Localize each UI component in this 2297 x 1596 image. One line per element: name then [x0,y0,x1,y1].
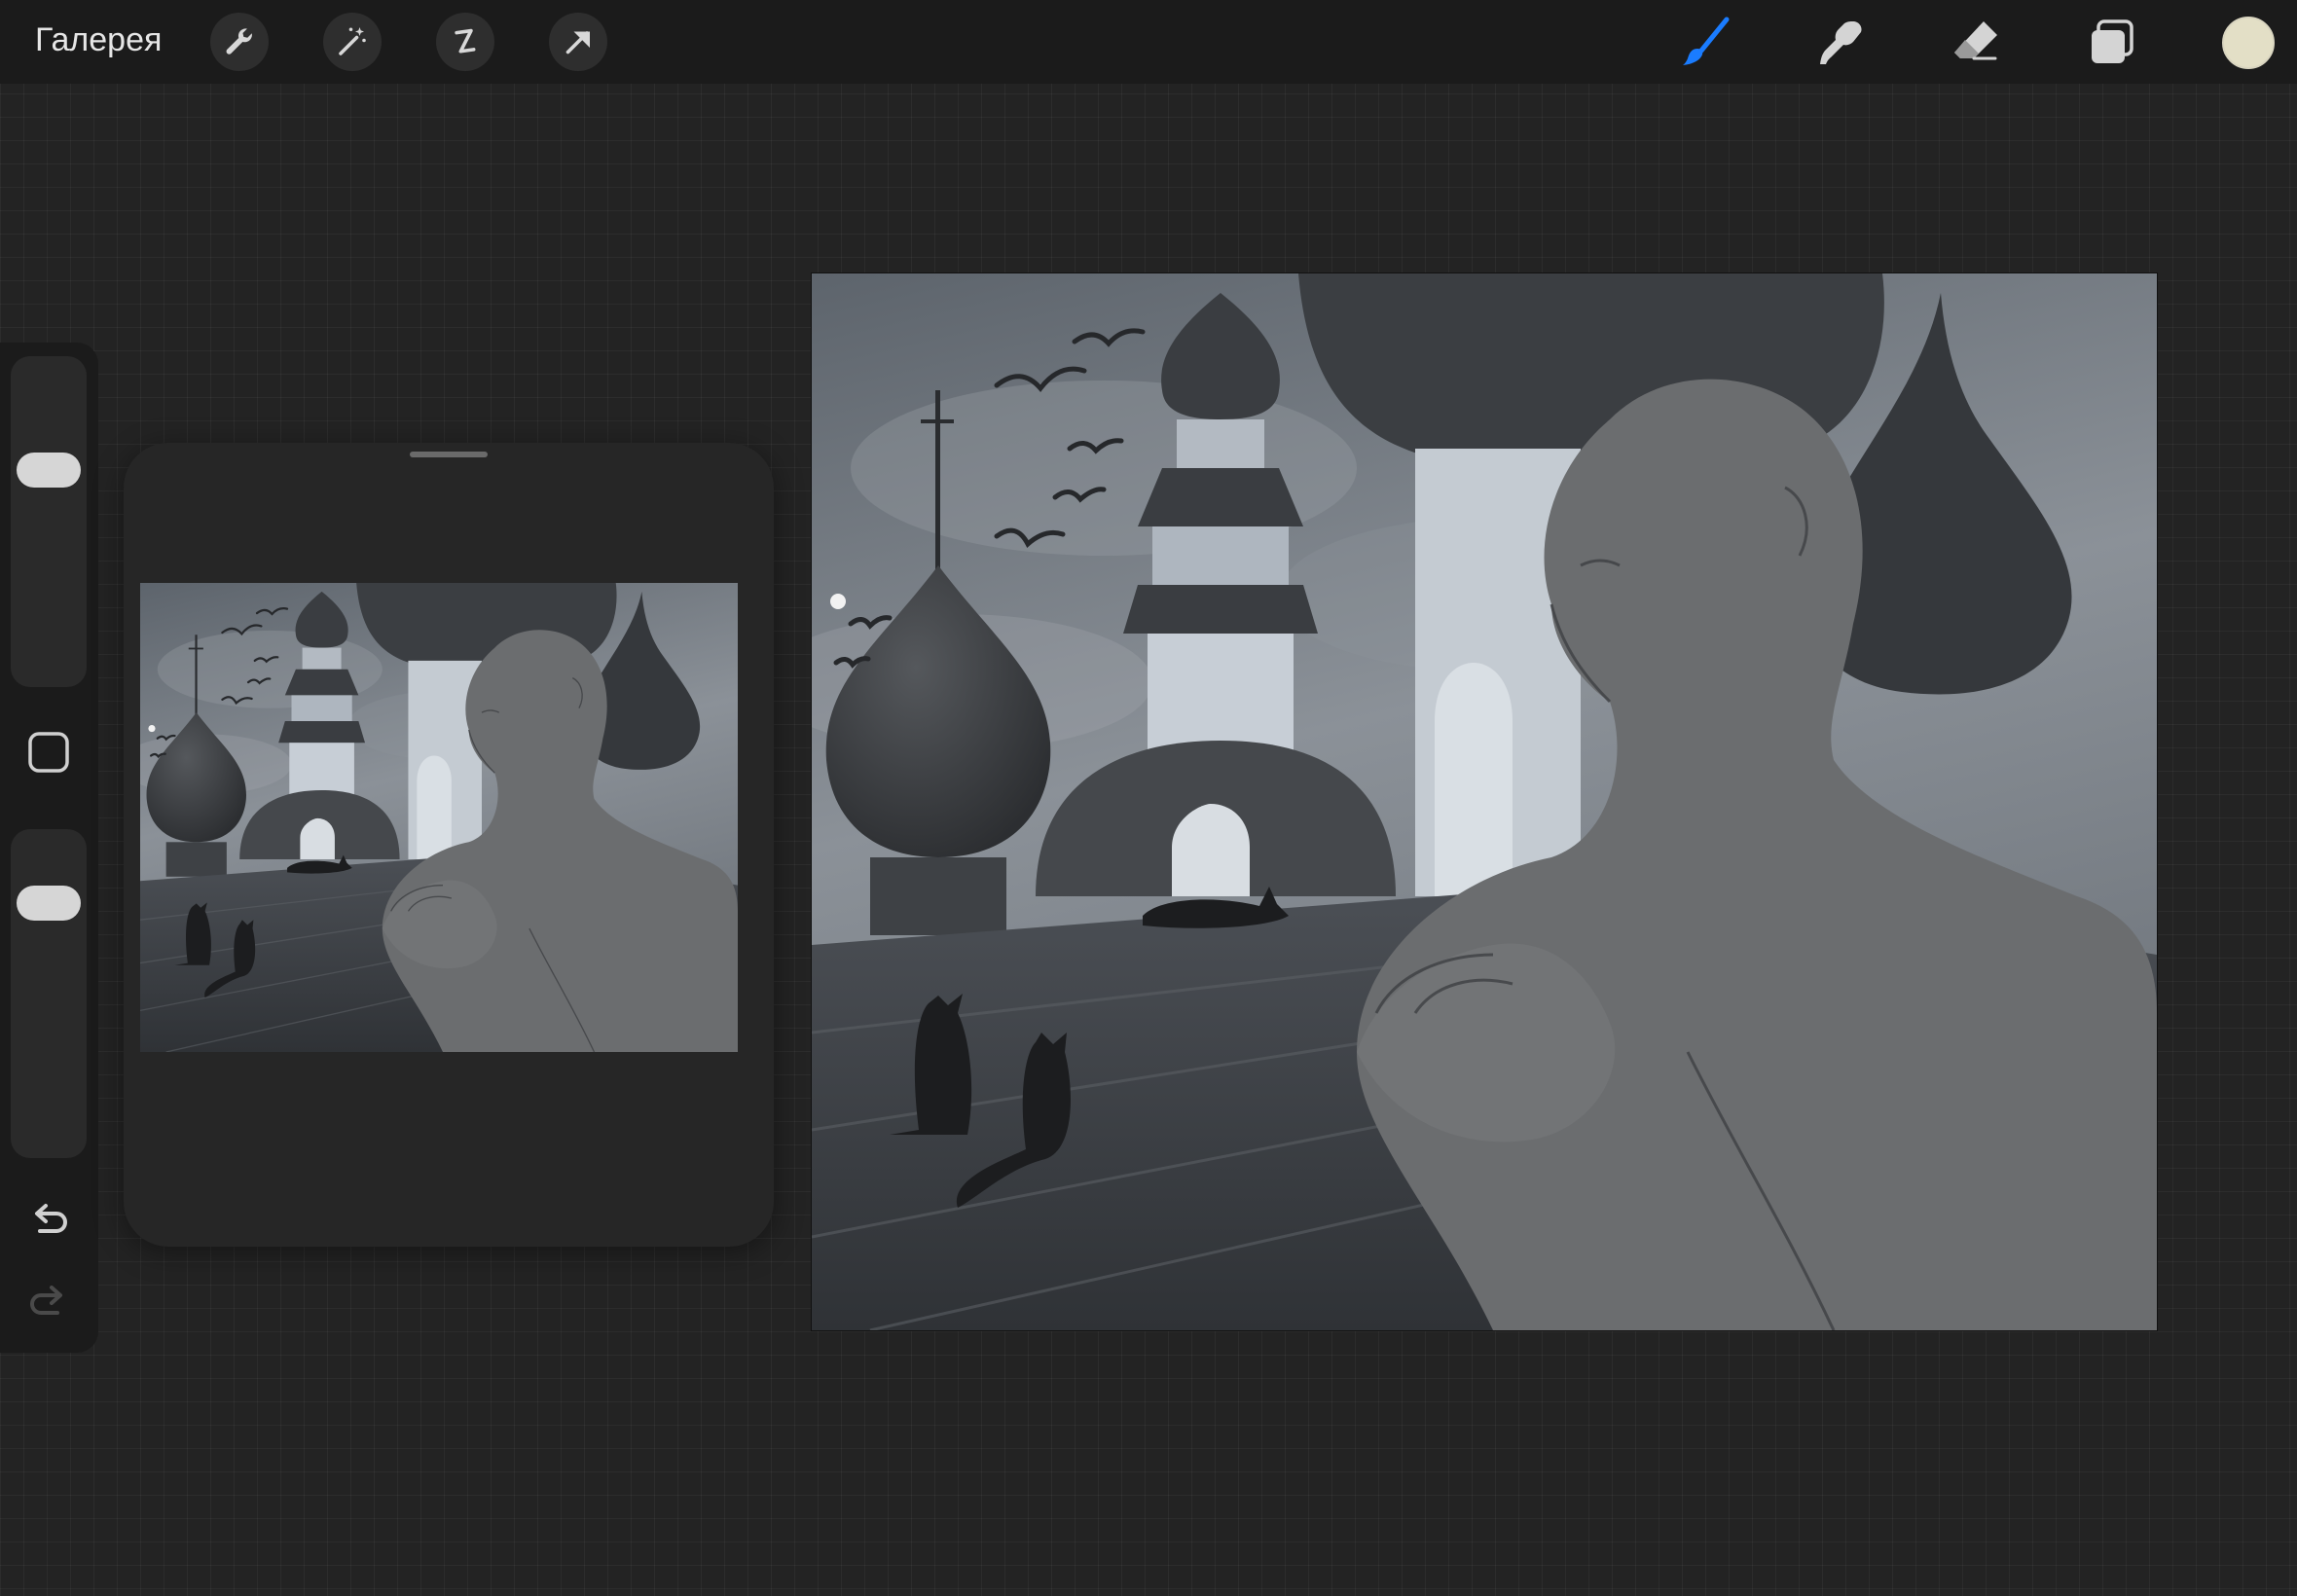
eraser-icon [1947,14,2005,72]
redo-icon [26,1278,71,1327]
undo-icon [26,1196,71,1246]
layers-tool-button[interactable] [2081,12,2143,74]
left-sidebar [0,343,98,1353]
top-toolbar: Галерея [0,0,2297,84]
transform-button[interactable] [549,13,607,71]
brush-icon [1676,14,1734,72]
adjustments-button[interactable] [323,13,382,71]
layers-icon [2083,14,2141,72]
brush-size-slider[interactable] [11,356,87,687]
smudge-tool-button[interactable] [1808,12,1871,74]
brush-tool-button[interactable] [1674,12,1736,74]
actions-button[interactable] [210,13,269,71]
panel-drag-handle[interactable] [410,452,488,457]
redo-button[interactable] [19,1273,78,1331]
undo-button[interactable] [19,1191,78,1250]
smudge-icon [1810,14,1869,72]
gallery-link[interactable]: Галерея [35,21,162,59]
wrench-icon [222,24,257,59]
opacity-slider[interactable] [11,829,87,1158]
drawing-canvas[interactable] [812,273,2157,1330]
transform-arrow-icon [561,24,596,59]
opacity-thumb[interactable] [17,886,81,922]
square-modify-icon [26,730,71,780]
reference-panel[interactable] [124,443,774,1247]
canvas-artwork [812,273,2157,1330]
brush-size-thumb[interactable] [17,453,81,489]
reference-image [140,583,738,1052]
magic-wand-icon [335,24,370,59]
reference-artwork [140,583,738,1052]
color-picker-swatch[interactable] [2222,17,2275,69]
modify-button[interactable] [19,725,78,783]
selection-icon [448,24,483,59]
selection-button[interactable] [436,13,494,71]
eraser-tool-button[interactable] [1945,12,2007,74]
